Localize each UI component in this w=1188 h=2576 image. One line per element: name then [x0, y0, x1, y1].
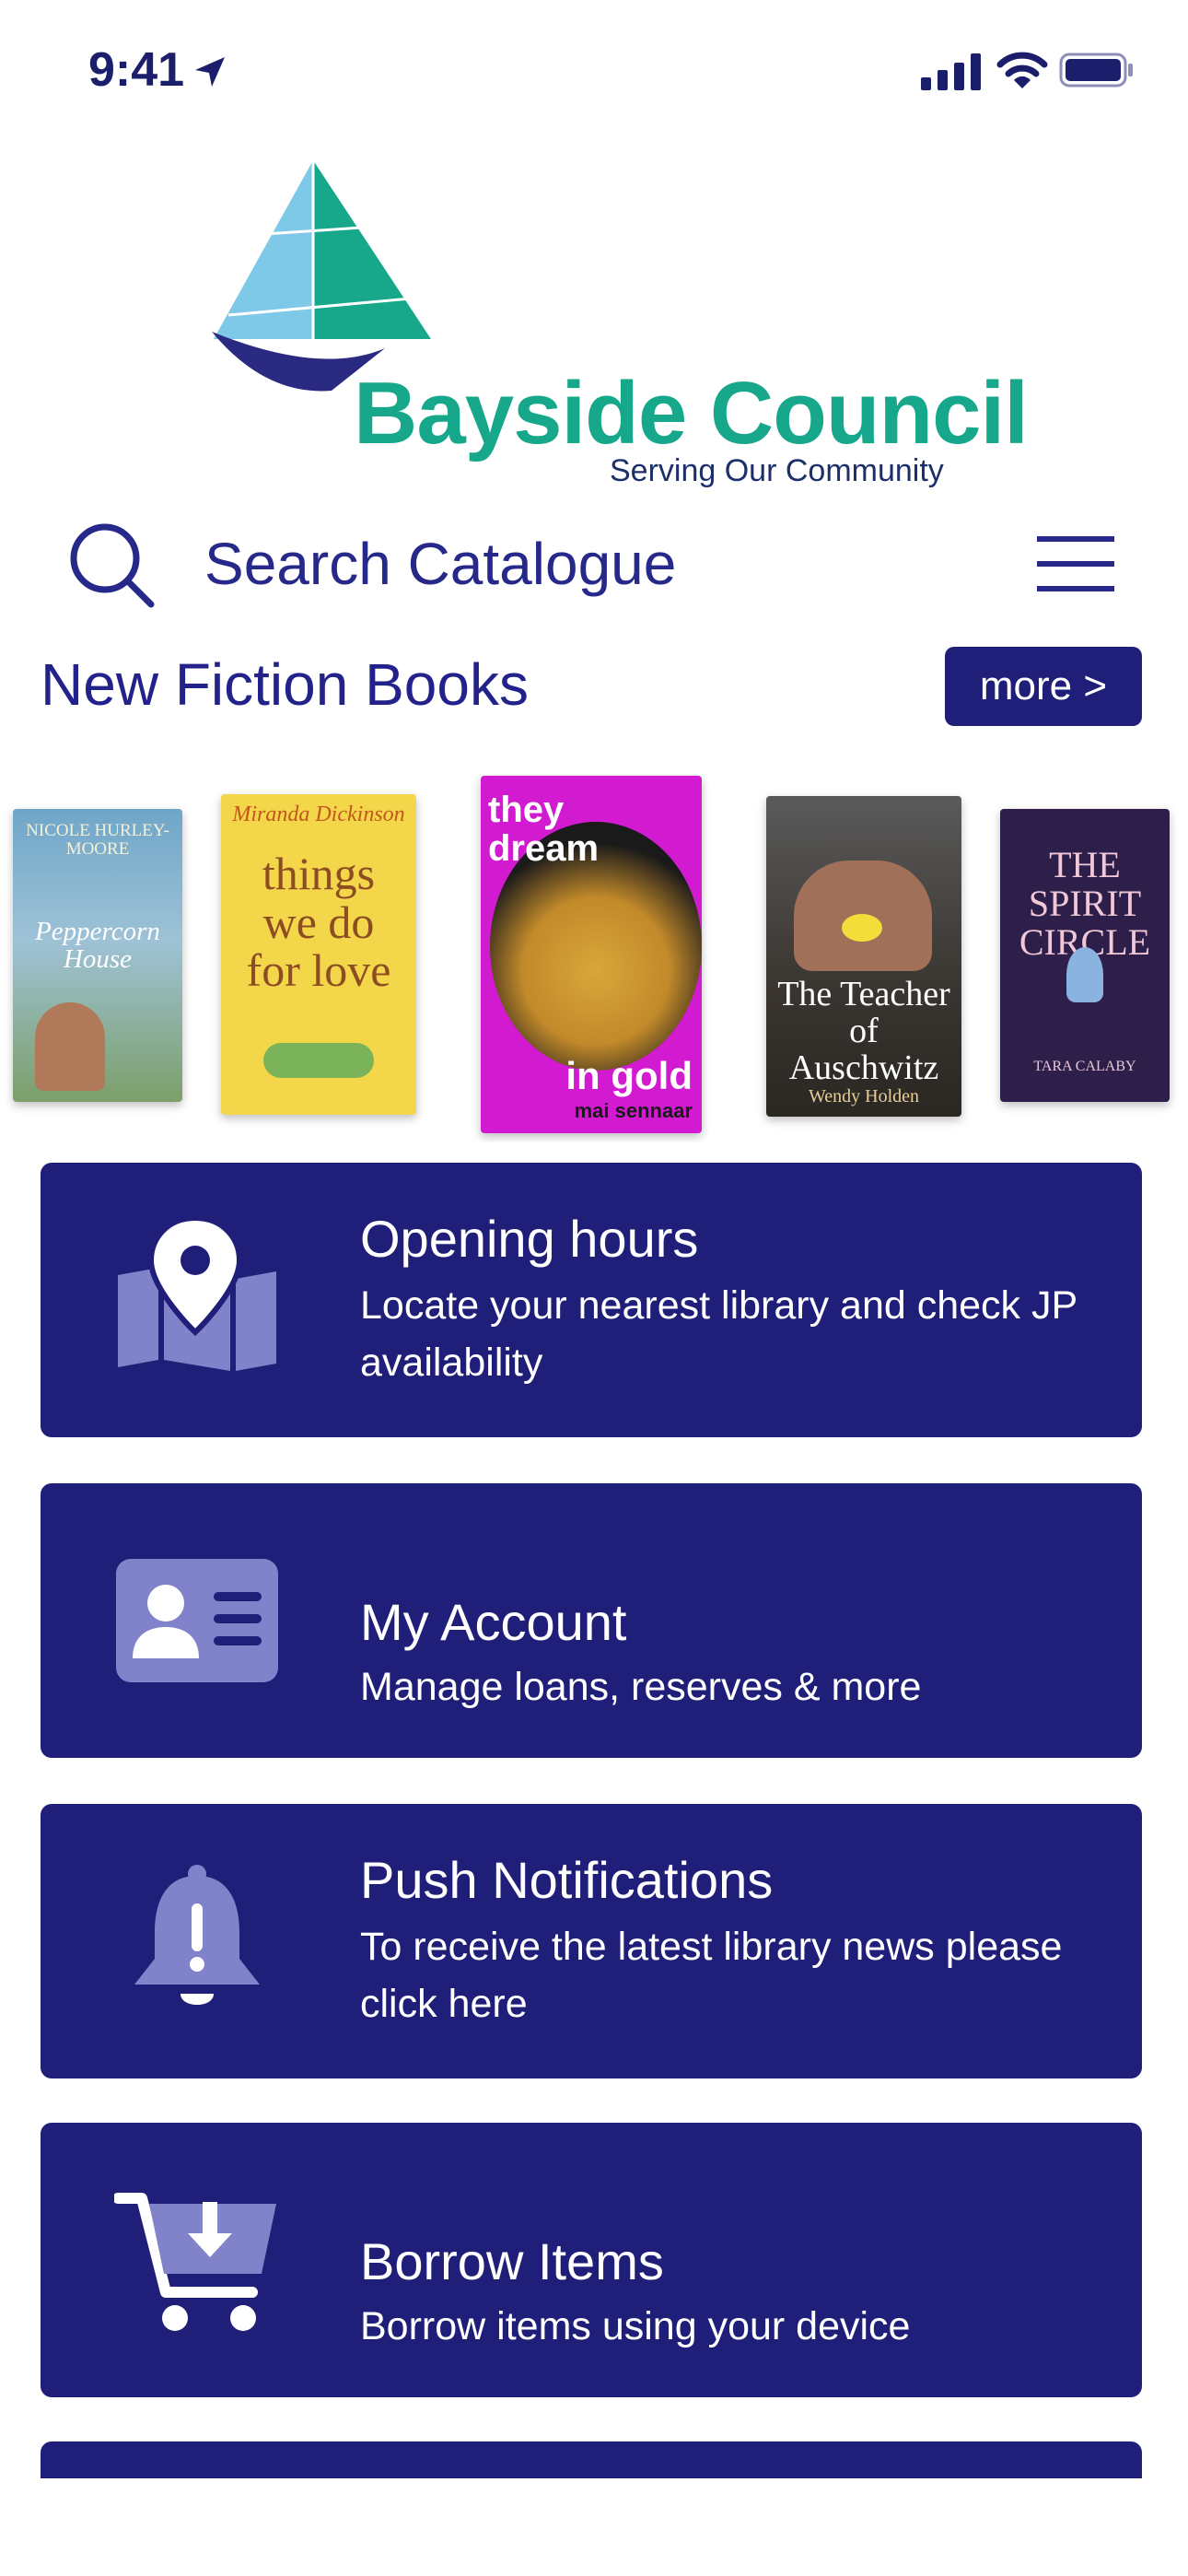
card-title: My Account: [360, 1593, 627, 1651]
book-author: TARA CALABY: [1033, 1059, 1136, 1074]
book-author: Wendy Holden: [808, 1086, 920, 1107]
card-description: To receive the latest library news pleas…: [360, 1925, 1063, 2026]
book-cover-butterfly: [842, 914, 882, 942]
logo-title: Bayside Council: [354, 364, 1029, 463]
book-cover-portrait: [35, 1002, 105, 1091]
book-title-bottom: in gold: [565, 1054, 693, 1097]
bayside-council-logo: Bayside Council Serving Our Community: [210, 158, 1029, 499]
hamburger-menu-icon[interactable]: [1037, 527, 1114, 601]
book-title-top: they dream: [488, 790, 600, 869]
next-card-partial[interactable]: [41, 2441, 1142, 2478]
book-title: Peppercorn House: [35, 917, 160, 975]
book-author: NICOLE HURLEY-MOORE: [26, 821, 169, 859]
my-account-card[interactable]: My Account Manage loans, reserves & more: [41, 1483, 1142, 1758]
cart-download-icon: [114, 2193, 276, 2331]
search-bar: [0, 509, 1188, 619]
card-description: Manage loans, reserves & more: [360, 1665, 922, 1709]
card-title: Push Notifications: [360, 1851, 774, 1909]
book-title: things we do for love: [246, 848, 391, 996]
card-description: Locate your nearest library and check JP…: [360, 1283, 1077, 1385]
search-icon[interactable]: [64, 518, 157, 610]
book-title: The Teacher of Auschwitz: [777, 975, 950, 1087]
push-notifications-card[interactable]: Push Notifications To receive the latest…: [41, 1804, 1142, 2078]
opening-hours-card[interactable]: Opening hours Locate your nearest librar…: [41, 1163, 1142, 1437]
book-cover[interactable]: they dream in gold mai sennaar: [481, 776, 702, 1133]
book-title: THE SPIRIT CIRCLE: [1019, 844, 1151, 963]
card-title: Borrow Items: [360, 2232, 664, 2290]
book-author: mai sennaar: [574, 1099, 693, 1122]
card-title: Opening hours: [360, 1210, 699, 1268]
search-input[interactable]: [204, 527, 941, 601]
id-card-icon: [116, 1559, 278, 1682]
book-cover[interactable]: THE SPIRIT CIRCLE TARA CALABY: [1000, 809, 1170, 1102]
book-cover-ornament: [1066, 947, 1103, 1002]
map-pin-icon: [118, 1214, 276, 1371]
bell-icon: [134, 1865, 260, 2005]
card-description: Borrow items using your device: [360, 2304, 911, 2348]
signal-icon: [921, 53, 981, 90]
logo-subtitle: Serving Our Community: [610, 453, 944, 488]
wifi-icon: [996, 52, 1048, 88]
location-arrow-icon: [195, 57, 225, 87]
book-cover-illustration: [263, 1043, 374, 1078]
section-title: New Fiction Books: [41, 651, 529, 718]
status-time: 9:41: [88, 43, 185, 97]
battery-icon: [1059, 53, 1133, 88]
book-carousel[interactable]: NICOLE HURLEY-MOORE Peppercorn House Mir…: [0, 774, 1188, 1142]
borrow-items-card[interactable]: Borrow Items Borrow items using your dev…: [41, 2123, 1142, 2397]
book-cover[interactable]: Miranda Dickinson things we do for love: [221, 794, 416, 1115]
book-cover[interactable]: The Teacher of Auschwitz Wendy Holden: [766, 796, 961, 1117]
status-bar: 9:41: [0, 0, 1188, 138]
book-cover[interactable]: NICOLE HURLEY-MOORE Peppercorn House: [13, 809, 182, 1102]
book-author: Miranda Dickinson: [232, 802, 405, 826]
more-button[interactable]: more >: [945, 647, 1142, 726]
